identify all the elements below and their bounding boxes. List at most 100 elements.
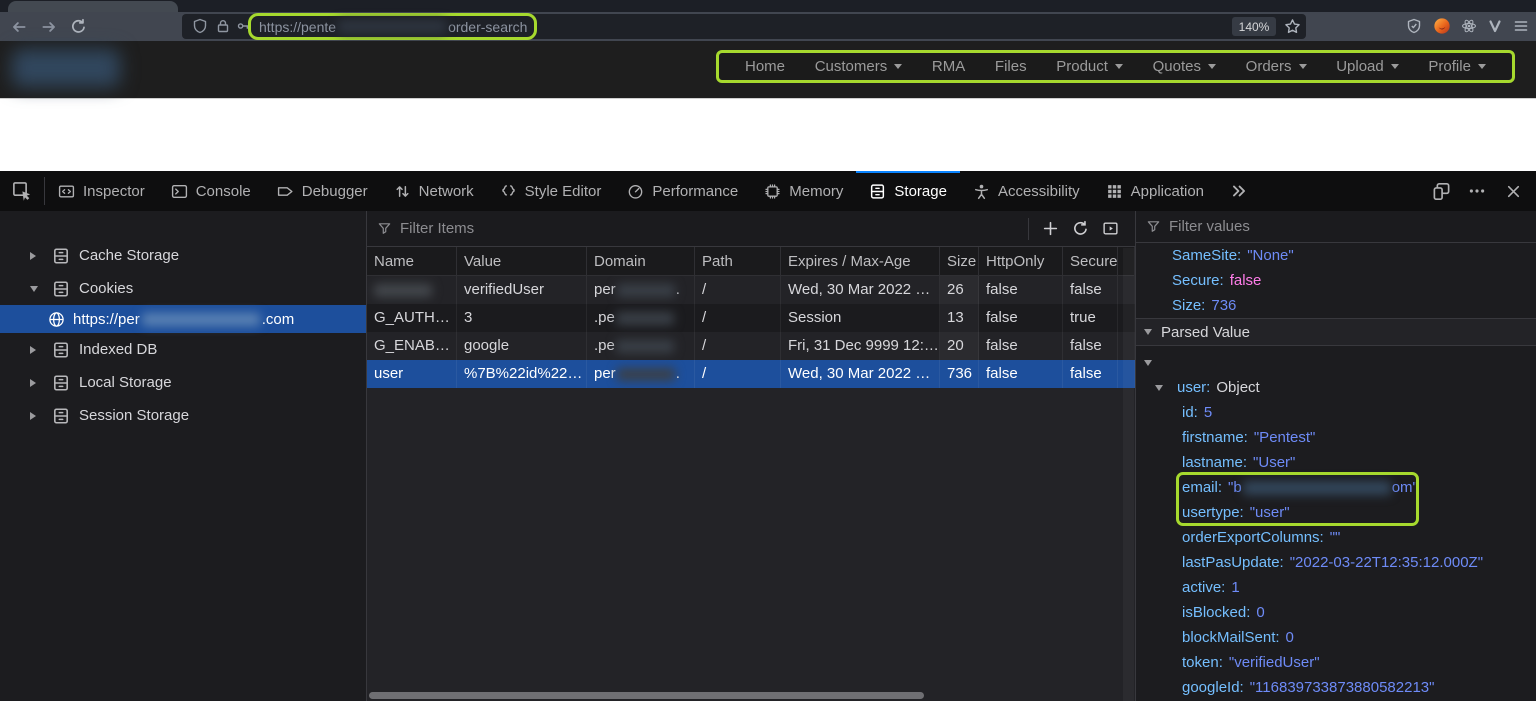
sidebar-item-session-storage[interactable]: Session Storage	[0, 399, 366, 432]
browser-tabstrip	[0, 0, 1536, 12]
storage-type-icon	[52, 280, 70, 298]
tab-application[interactable]: Application	[1093, 171, 1217, 211]
parsed-entry-blockmailsent[interactable]: blockMailSent:0	[1136, 625, 1536, 650]
back-icon[interactable]	[10, 18, 28, 36]
parsed-entry-lastname[interactable]: lastname:"User"	[1136, 450, 1536, 475]
nav-item-upload[interactable]: Upload	[1336, 58, 1399, 75]
extension-atom-icon[interactable]	[1461, 18, 1477, 34]
toggle-sidebar-panel-icon[interactable]	[1095, 216, 1125, 242]
tab-console[interactable]: Console	[158, 171, 264, 211]
tab-performance[interactable]: Performance	[614, 171, 751, 211]
nav-item-orders[interactable]: Orders	[1246, 58, 1307, 75]
forward-icon[interactable]	[40, 18, 58, 36]
filter-funnel-icon	[1146, 219, 1161, 234]
tab-storage[interactable]: Storage	[856, 171, 960, 211]
tab-memory[interactable]: Memory	[751, 171, 856, 211]
parsed-entry-googleid[interactable]: googleId:"116839733873880582213"	[1136, 675, 1536, 700]
extension-fox-icon[interactable]	[1433, 17, 1451, 35]
url-bar[interactable]: https://pente order-search 140%	[182, 14, 1306, 39]
nav-item-rma[interactable]: RMA	[932, 58, 965, 75]
extension-v-icon[interactable]	[1487, 18, 1503, 34]
reload-icon[interactable]	[70, 18, 88, 36]
sidebar-item-cookie-host-selected[interactable]: https://per .com	[0, 305, 366, 333]
nav-item-profile[interactable]: Profile	[1428, 58, 1486, 75]
more-tabs-chevron-icon[interactable]	[1217, 171, 1261, 211]
page-content-empty	[0, 98, 1536, 171]
zoom-level-badge[interactable]: 140%	[1232, 17, 1276, 36]
col-header-domain[interactable]: Domain	[587, 247, 695, 276]
col-header-expires[interactable]: Expires / Max-Age	[781, 247, 940, 276]
pick-element-icon[interactable]	[0, 171, 44, 211]
col-header-name[interactable]: Name	[367, 247, 457, 276]
table-row[interactable]: verifiedUser per. / Wed, 30 Mar 2022 … 2…	[367, 276, 1135, 304]
parsed-entry-id[interactable]: id:5	[1136, 400, 1536, 425]
col-header-secure[interactable]: Secure	[1063, 247, 1118, 276]
memory-icon	[764, 183, 781, 200]
horizontal-scrollbar[interactable]	[367, 690, 1123, 701]
collapsed-arrow-icon[interactable]	[30, 346, 40, 354]
col-header-path[interactable]: Path	[695, 247, 781, 276]
menu-hamburger-icon[interactable]	[1513, 18, 1529, 34]
parsed-entry-lastpasupdate[interactable]: lastPasUpdate:"2022-03-22T12:35:12.000Z"	[1136, 550, 1536, 575]
filter-items-input[interactable]	[400, 220, 1014, 237]
col-header-httponly[interactable]: HttpOnly	[979, 247, 1063, 276]
sidebar-item-cookies[interactable]: Cookies	[0, 272, 366, 305]
col-header-size[interactable]: Size	[940, 247, 979, 276]
nav-item-files[interactable]: Files	[995, 58, 1027, 75]
expanded-arrow-icon[interactable]	[30, 286, 40, 292]
url-prefix: https://pente	[259, 19, 336, 35]
col-header-value[interactable]: Value	[457, 247, 587, 276]
table-row[interactable]: G_ENAB… google .pe / Fri, 31 Dec 9999 12…	[367, 332, 1135, 360]
horizontal-scrollbar-thumb[interactable]	[369, 692, 924, 699]
parsed-root-expander[interactable]	[1136, 350, 1536, 375]
parsed-entry-firstname[interactable]: firstname:"Pentest"	[1136, 425, 1536, 450]
sidebar-item-local-storage[interactable]: Local Storage	[0, 366, 366, 399]
browser-tab[interactable]	[8, 1, 178, 12]
parsed-entry-isblocked[interactable]: isBlocked:0	[1136, 600, 1536, 625]
tab-style-editor[interactable]: Style Editor	[487, 171, 615, 211]
url-text[interactable]: https://pente order-search	[259, 19, 527, 35]
tab-inspector[interactable]: Inspector	[45, 171, 158, 211]
site-logo-redacted[interactable]	[12, 49, 120, 87]
nav-item-product[interactable]: Product	[1056, 58, 1123, 75]
nav-item-home[interactable]: Home	[745, 58, 785, 75]
style-editor-icon	[500, 183, 517, 200]
sidebar-item-indexed-db[interactable]: Indexed DB	[0, 333, 366, 366]
table-row-selected[interactable]: user %7B%22id%22… per. / Wed, 30 Mar 202…	[367, 360, 1135, 388]
caret-down-icon	[1391, 64, 1399, 69]
inspector-icon	[58, 183, 75, 200]
add-item-icon[interactable]	[1035, 216, 1065, 242]
caret-down-icon	[894, 64, 902, 69]
extension-shield-icon[interactable]	[1406, 18, 1422, 34]
tab-accessibility[interactable]: Accessibility	[960, 171, 1093, 211]
parsed-entry-email[interactable]: email: "b om"	[1136, 475, 1536, 500]
parsed-entry-token[interactable]: token:"verifiedUser"	[1136, 650, 1536, 675]
parsed-entry-orderexportcolumns[interactable]: orderExportColumns:""	[1136, 525, 1536, 550]
lock-icon[interactable]	[215, 18, 231, 34]
meatball-menu-icon[interactable]	[1464, 178, 1490, 204]
sidebar-item-cache-storage[interactable]: Cache Storage	[0, 239, 366, 272]
responsive-design-mode-icon[interactable]	[1428, 178, 1454, 204]
parsed-value-section-header[interactable]: Parsed Value	[1136, 318, 1536, 346]
collapsed-arrow-icon[interactable]	[30, 412, 40, 420]
tab-debugger[interactable]: Debugger	[264, 171, 381, 211]
filter-values-input[interactable]	[1169, 218, 1526, 235]
parsed-entry-active[interactable]: active:1	[1136, 575, 1536, 600]
toolbar-separator	[1028, 218, 1029, 240]
collapsed-arrow-icon[interactable]	[30, 379, 40, 387]
collapsed-arrow-icon[interactable]	[30, 252, 40, 260]
close-devtools-icon[interactable]	[1500, 178, 1526, 204]
refresh-items-icon[interactable]	[1065, 216, 1095, 242]
vertical-scrollbar-track[interactable]	[1123, 248, 1134, 701]
shield-icon[interactable]	[192, 18, 208, 34]
nav-item-quotes[interactable]: Quotes	[1153, 58, 1216, 75]
parsed-user-object[interactable]: user: Object	[1136, 375, 1536, 400]
url-highlight-annotation: https://pente order-search	[248, 13, 537, 40]
expanded-arrow-icon	[1155, 385, 1163, 391]
parsed-entry-usertype[interactable]: usertype:"user"	[1136, 500, 1536, 525]
tab-network[interactable]: Network	[381, 171, 487, 211]
bookmark-star-icon[interactable]	[1284, 18, 1301, 35]
table-row[interactable]: G_AUTH… 3 .pe / Session 13 false true	[367, 304, 1135, 332]
url-redacted-blur	[338, 20, 446, 33]
nav-item-customers[interactable]: Customers	[815, 58, 903, 75]
